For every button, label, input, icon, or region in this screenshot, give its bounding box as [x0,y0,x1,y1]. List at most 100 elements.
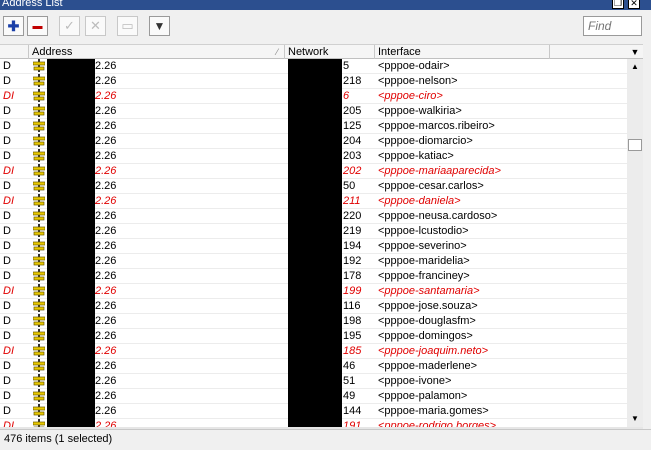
redacted-network-block [288,134,342,150]
column-menu-icon[interactable]: ▼ [627,45,643,59]
interface-cell: <pppoe-palamon> [378,390,468,402]
redacted-address-block [47,359,95,375]
table-row[interactable]: D 2.26 219 <pppoe-lcustodio> [0,224,627,240]
table-row[interactable]: D 2.26 178 <pppoe-franciney> [0,269,627,285]
network-cell: 218 [343,75,362,87]
interface-cell: <pppoe-severino> [378,240,467,252]
table-row[interactable]: D 2.26 220 <pppoe-neusa.cardoso> [0,209,627,225]
address-cell: 2.26 [95,300,117,312]
interface-column-header[interactable]: Interface [375,45,550,59]
remove-button[interactable]: ▬ [27,16,48,36]
interface-cell: <pppoe-mariaaparecida> [378,165,501,177]
redacted-network-block [288,419,342,427]
table-row[interactable]: DI 2.26 6 <pppoe-ciro> [0,89,627,105]
interface-cell: <pppoe-joaquim.neto> [378,345,489,357]
address-column-header[interactable]: Address ⁄ [29,45,285,59]
table-row[interactable]: DI 2.26 211 <pppoe-daniela> [0,194,627,210]
redacted-network-block [288,374,342,390]
dynamic-address-icon [33,419,47,427]
network-cell: 6 [343,90,350,102]
dynamic-address-icon [33,239,47,253]
row-flags: D [3,240,11,252]
disable-button[interactable]: ✕ [85,16,106,36]
find-input[interactable] [583,16,642,36]
row-flags: D [3,255,11,267]
restore-button[interactable]: ❐ [612,0,624,9]
close-button[interactable]: ✕ [628,0,640,9]
enable-button[interactable]: ✓ [59,16,80,36]
scroll-thumb[interactable] [628,139,642,151]
status-text: 476 items (1 selected) [4,433,113,445]
row-flags: DI [3,195,14,207]
redacted-address-block [47,89,95,105]
table-row[interactable]: D 2.26 198 <pppoe-douglasfm> [0,314,627,330]
scroll-down-icon[interactable]: ▼ [627,412,643,426]
address-cell: 2.26 [95,195,117,207]
row-flags: D [3,360,11,372]
network-cell: 198 [343,315,362,327]
table-row[interactable]: DI 2.26 199 <pppoe-santamaria> [0,284,627,300]
table-row[interactable]: D 2.26 125 <pppoe-marcos.ribeiro> [0,119,627,135]
network-column-header[interactable]: Network [285,45,375,59]
table-row[interactable]: DI 2.26 202 <pppoe-mariaaparecida> [0,164,627,180]
table-row[interactable]: D 2.26 195 <pppoe-domingos> [0,329,627,345]
row-flags: D [3,150,11,162]
comment-button[interactable]: ▭ [117,16,138,36]
table-row[interactable]: D 2.26 194 <pppoe-severino> [0,239,627,255]
interface-cell: <pppoe-jose.souza> [378,300,478,312]
window-right-edge [643,44,651,429]
redacted-network-block [288,344,342,360]
table-row[interactable]: D 2.26 205 <pppoe-walkiria> [0,104,627,120]
dynamic-address-icon [33,254,47,268]
dynamic-address-icon [33,74,47,88]
table-row[interactable]: D 2.26 46 <pppoe-maderlene> [0,359,627,375]
network-cell: 125 [343,120,362,132]
vertical-scrollbar[interactable]: ▲ ▼ [627,59,643,427]
interface-cell: <pppoe-diomarcio> [378,135,473,147]
sort-icon: ⁄ [276,47,278,57]
interface-cell: <pppoe-ivone> [378,375,452,387]
address-cell: 2.26 [95,405,117,417]
table-row[interactable]: D 2.26 50 <pppoe-cesar.carlos> [0,179,627,195]
redacted-address-block [47,254,95,270]
table-row[interactable]: D 2.26 49 <pppoe-palamon> [0,389,627,405]
table-row[interactable]: D 2.26 192 <pppoe-maridelia> [0,254,627,270]
redacted-address-block [47,194,95,210]
redacted-network-block [288,254,342,270]
table-row[interactable]: D 2.26 203 <pppoe-katiac> [0,149,627,165]
scroll-up-icon[interactable]: ▲ [627,60,643,74]
redacted-network-block [288,299,342,315]
address-cell: 2.26 [95,285,117,297]
network-cell: 211 [343,195,361,207]
redacted-address-block [47,224,95,240]
network-cell: 191 [343,420,362,427]
window-titlebar: Address List ❐ ✕ [0,0,651,10]
flags-column-header[interactable] [0,45,29,59]
table-row[interactable]: D 2.26 144 <pppoe-maria.gomes> [0,404,627,420]
address-list: D 2.26 5 <pppoe-odair> D 2.26 218 <pppoe-nelson… [0,59,627,427]
address-cell: 2.26 [95,180,117,192]
row-flags: D [3,300,11,312]
table-row[interactable]: D 2.26 51 <pppoe-ivone> [0,374,627,390]
address-cell: 2.26 [95,375,117,387]
dynamic-address-icon [33,284,47,298]
add-button[interactable]: ✚ [3,16,24,36]
redacted-network-block [288,284,342,300]
table-row[interactable]: DI 2.26 185 <pppoe-joaquim.neto> [0,344,627,360]
redacted-address-block [47,59,95,75]
redacted-address-block [47,419,95,427]
table-row[interactable]: D 2.26 218 <pppoe-nelson> [0,74,627,90]
table-row[interactable]: D 2.26 116 <pppoe-jose.souza> [0,299,627,315]
table-row[interactable]: D 2.26 204 <pppoe-diomarcio> [0,134,627,150]
row-flags: DI [3,90,14,102]
filter-button[interactable]: ▼ [149,16,170,36]
redacted-network-block [288,389,342,405]
interface-cell: <pppoe-walkiria> [378,105,462,117]
network-cell: 195 [343,330,362,342]
table-row[interactable]: D 2.26 5 <pppoe-odair> [0,59,627,75]
status-bar: 476 items (1 selected) [0,429,651,450]
dynamic-address-icon [33,209,47,223]
table-row[interactable]: DI 2.26 191 <pppoe-rodrigo.borges> [0,419,627,427]
network-cell: 5 [343,60,350,72]
network-cell: 194 [343,240,362,252]
